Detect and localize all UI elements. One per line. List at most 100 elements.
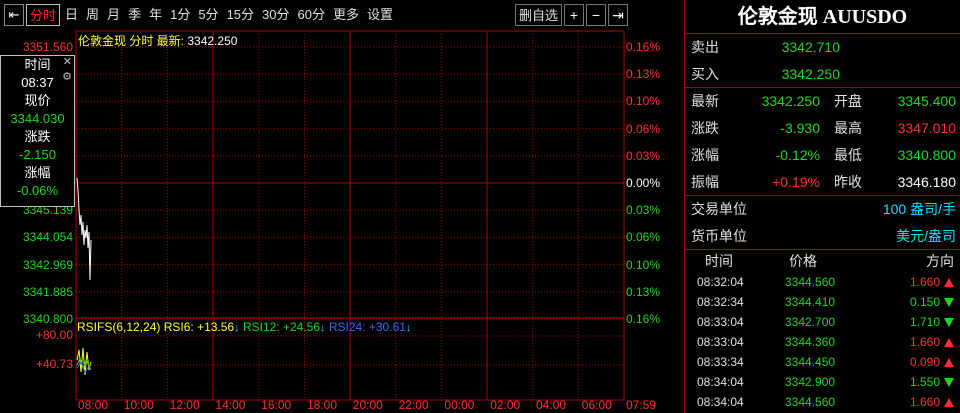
low-price: 3340.800 (897, 147, 956, 163)
trade-row: 08:34:04 3344.560 1.660 (685, 392, 960, 412)
rsi6-value: RSI6: +13.56 (163, 320, 235, 334)
trade-qty: 1.660 (909, 335, 940, 349)
price-tick: 3344.054 (22, 230, 73, 245)
trade-qty: 1.660 (909, 275, 940, 289)
info-price-label: 现价 (24, 93, 51, 108)
unit-value: 100 盎司/手 (882, 201, 956, 217)
info-price: 3344.030 (10, 111, 65, 126)
trades-time-header: 时间 (705, 253, 733, 269)
pct-tick: 0.03% (626, 148, 661, 163)
last-price: 3342.250 (761, 93, 820, 109)
high-label: 最高 (834, 120, 862, 136)
chart-title: 伦敦金现 分时 最新: 3342.250 (78, 32, 237, 49)
prev-label: 昨收 (834, 174, 862, 190)
arrow-down-icon (944, 378, 954, 387)
arrow-down-icon (944, 298, 954, 307)
sell-row: 卖出 3342.710 (685, 34, 960, 61)
trade-row: 08:33:34 3344.450 0.090 (685, 352, 960, 372)
arrow-down-icon (944, 318, 954, 327)
unit-row: 交易单位 100 盎司/手 (685, 196, 960, 223)
pct-value: -0.12% (775, 147, 820, 163)
ccy-value: 美元/盎司 (896, 228, 956, 244)
pct-tick: 0.16% (626, 40, 661, 54)
sell-price: 3342.710 (781, 39, 840, 55)
arrow-up-icon (944, 338, 954, 347)
gear-icon[interactable]: ⚙ (62, 70, 72, 83)
trade-price: 3342.900 (785, 375, 836, 389)
arrow-up-icon (944, 278, 954, 287)
trade-qty: 1.550 (909, 375, 940, 389)
trade-qty: 0.150 (909, 295, 940, 309)
trade-time: 08:32:34 (697, 295, 744, 309)
time-tick: 14:00 (215, 398, 246, 412)
amp-value: +0.19% (772, 174, 820, 190)
rsi24-value: RSI24: +30.61 (328, 320, 406, 334)
open-label: 开盘 (834, 93, 862, 109)
pct-row: 涨幅 -0.12% 最低 3340.800 (685, 142, 960, 169)
buy-label: 买入 (691, 66, 719, 82)
amp-label: 振幅 (691, 174, 719, 190)
trade-time: 08:33:04 (697, 335, 744, 349)
currency-row: 货币单位 美元/盎司 (685, 223, 960, 250)
info-change: -2.150 (19, 147, 56, 162)
trades-price-header: 价格 (789, 253, 817, 269)
time-tick: 10:00 (123, 398, 154, 412)
pct-tick: 0.13% (626, 67, 661, 82)
pct-tick: 0.10% (626, 94, 661, 109)
trade-qty: 1.710 (909, 315, 940, 329)
time-tick: 02:00 (490, 398, 521, 412)
time-tick: 12:00 (169, 398, 200, 412)
pct-tick: 0.03% (626, 203, 661, 218)
unit-label: 交易单位 (691, 201, 747, 217)
rsi-legend: RSIFS(6,12,24) RSI6: +13.56↓ RSI12: +24.… (77, 320, 411, 334)
trades-header: 时间 价格 方向 (685, 250, 960, 272)
last-row: 最新 3342.250 开盘 3345.400 (685, 88, 960, 115)
buy-price: 3342.250 (781, 66, 840, 82)
rsi6-line (76, 347, 92, 376)
trade-price: 3344.360 (785, 335, 836, 349)
pct-tick: 0.06% (626, 230, 661, 245)
pct-tick: 0.16% (626, 312, 661, 326)
pct-tick: 0.00% (626, 176, 661, 190)
info-pct-label: 涨幅 (24, 165, 51, 180)
trade-price: 3344.450 (785, 355, 836, 369)
time-tick: 22:00 (398, 398, 429, 412)
close-icon[interactable]: ✕ (63, 55, 72, 68)
change-row: 涨跌 -3.930 最高 3347.010 (685, 115, 960, 142)
arrow-up-icon (944, 398, 954, 407)
time-tick: 08:00 (78, 398, 109, 412)
trade-price: 3342.700 (785, 315, 836, 329)
rsi24-down-icon: ↓ (405, 322, 412, 334)
trade-time: 08:32:04 (697, 275, 744, 289)
info-pct: -0.06% (16, 183, 59, 198)
trades-list: 08:32:04 3344.560 1.660 08:32:34 3344.410 0.1… (685, 272, 960, 412)
time-tick: 16:00 (261, 398, 292, 412)
pct-tick: 0.13% (626, 284, 661, 299)
price-tick: 3341.885 (22, 284, 73, 299)
last-label: 最新 (691, 93, 719, 109)
trade-time: 08:33:04 (697, 315, 744, 329)
intraday-chart[interactable] (0, 0, 680, 413)
pct-tick: 0.06% (626, 121, 661, 136)
quote-panel: 伦敦金现 AUUSDO 卖出 3342.710 买入 3342.250 最新 3… (684, 0, 960, 413)
price-tick: 3340.800 (22, 312, 73, 326)
ccy-label: 货币单位 (691, 228, 747, 244)
open-price: 3345.400 (897, 93, 956, 109)
trade-row: 08:33:04 3344.360 1.660 (685, 332, 960, 352)
prev-close: 3346.180 (897, 174, 956, 190)
rsi12-value: RSI12: +24.56 (242, 320, 321, 334)
trade-price: 3344.410 (785, 295, 836, 309)
chart-title-text: 伦敦金现 分时 最新: (78, 34, 185, 48)
time-tick: 07:59 (626, 398, 657, 412)
chg-value: -3.930 (780, 120, 820, 136)
sell-label: 卖出 (691, 39, 719, 55)
crosshair-info-box: ✕ ⚙ 时间 08:37 现价 3344.030 涨跌 -2.150 涨幅 -0… (0, 55, 75, 207)
trade-time: 08:34:04 (697, 395, 744, 409)
instrument-title: 伦敦金现 AUUSDO (685, 0, 960, 34)
buy-row: 买入 3342.250 (685, 61, 960, 88)
trade-row: 08:32:04 3344.560 1.660 (685, 272, 960, 292)
low-label: 最低 (834, 147, 862, 163)
rsi-tick-40: +40.73 (35, 357, 73, 371)
time-tick: 20:00 (352, 398, 383, 412)
info-change-label: 涨跌 (24, 129, 51, 144)
